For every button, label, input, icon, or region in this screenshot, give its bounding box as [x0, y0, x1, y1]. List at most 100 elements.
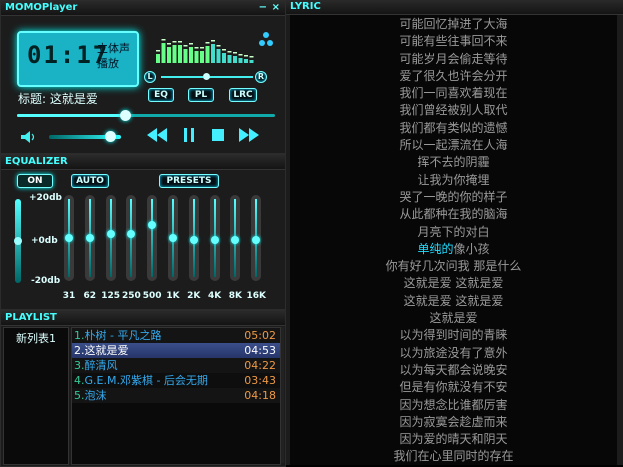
eq-band-knob[interactable]: [210, 235, 219, 244]
playlist-item-number: 1.: [74, 329, 85, 342]
eq-band-track[interactable]: [209, 195, 220, 281]
spectrum-peak: [227, 51, 232, 53]
lyric-line: 我们曾经被别人取代: [399, 103, 508, 118]
player-titlebar[interactable]: MOMOPlayer − ×: [1, 1, 285, 16]
time-display: 01:17 立体声 播放: [17, 31, 139, 87]
spectrum-peak: [205, 42, 210, 44]
lyric-line: 这就是爱 这就是爱: [403, 293, 504, 308]
lyric-remaining-part: 像小孩: [453, 241, 490, 256]
eq-band-knob[interactable]: [106, 229, 115, 238]
seek-bar[interactable]: [17, 110, 275, 121]
eq-band-knob[interactable]: [252, 235, 261, 244]
eq-band-track[interactable]: [147, 195, 158, 281]
eq-auto-button[interactable]: AUTO: [71, 174, 109, 188]
close-button[interactable]: ×: [272, 1, 280, 15]
playlist-panel: PLAYLIST 新列表1 1.朴树 - 平凡之路 05:02 2.这就是爱 04:5…: [0, 310, 286, 467]
previous-icon[interactable]: [147, 128, 167, 142]
spectrum-analyzer: [156, 39, 254, 63]
lyric-line: 我们在心里同时的存在: [393, 449, 514, 464]
lyric-line: 所以一起漂流在人海: [399, 138, 508, 153]
lyric-line: 因为想念比谁都厉害: [399, 397, 508, 412]
playlist-item[interactable]: 3.醉清风 04:22: [72, 358, 280, 373]
db-top-label: +20db: [29, 193, 62, 203]
next-icon[interactable]: [239, 128, 259, 142]
playlist-item-title: 朴树 - 平凡之路: [84, 329, 162, 342]
eq-band-knob[interactable]: [65, 234, 73, 242]
playlist-item-number: 3.: [74, 359, 85, 372]
lyric-line: 以为每天都会说晚安: [399, 362, 508, 377]
balance-knob[interactable]: [203, 73, 210, 80]
playlist-item-title: 醉清风: [84, 359, 118, 372]
eq-band-track[interactable]: [126, 195, 137, 281]
lyric-line: 哭了一晚的你的样子: [399, 189, 508, 204]
eq-band-track[interactable]: [251, 195, 262, 281]
lyric-toggle-button[interactable]: LRC: [229, 88, 257, 102]
stop-icon[interactable]: [212, 129, 224, 141]
eq-toggle-button[interactable]: EQ: [148, 88, 174, 102]
spectrum-bar: [244, 59, 248, 63]
lyric-line: 挥不去的阴霾: [417, 155, 490, 170]
eq-band-track[interactable]: [230, 195, 241, 281]
lyric-line: 可能有些往事回不来: [399, 34, 508, 49]
eq-band-track[interactable]: [64, 195, 74, 281]
eq-band-knob[interactable]: [231, 235, 240, 244]
playlist-item[interactable]: 1.朴树 - 平凡之路 05:02: [72, 328, 280, 343]
spectrum-peak: [156, 50, 160, 52]
eq-band-knob[interactable]: [127, 229, 136, 238]
eq-band-track[interactable]: [84, 195, 95, 281]
eq-band-track[interactable]: [188, 195, 199, 281]
spectrum-bar: [200, 51, 204, 63]
playlist-scrollbar[interactable]: [281, 327, 284, 463]
eq-band-knob[interactable]: [85, 234, 94, 242]
eq-band-track[interactable]: [168, 195, 178, 281]
preamp-knob[interactable]: [14, 237, 22, 245]
spectrum-peak: [211, 40, 215, 42]
playlist-item[interactable]: 5.泡沫 04:18: [72, 388, 280, 403]
lyric-current-part: 单纯的: [417, 241, 454, 256]
menu-dots-icon[interactable]: [257, 31, 275, 49]
lyric-line: 让我为你掩埋: [417, 172, 490, 187]
eq-presets-button[interactable]: PRESETS: [159, 174, 219, 188]
preamp-slider[interactable]: [14, 199, 22, 283]
lyric-area: 可能回忆掉进了大海 可能有些往事回不来 可能岁月会偷走等待 爱了很久也许会分开 我们一同…: [290, 15, 617, 465]
playlist-item-number: 4.: [74, 374, 85, 387]
lyric-line: 因为爱的晴天和阴天: [399, 432, 508, 447]
playlist-name-item[interactable]: 新列表1: [4, 328, 68, 346]
lyric-line: 但是有你就没有不安: [399, 380, 508, 395]
lyric-line: 因为寂寞会趁虚而来: [399, 414, 508, 429]
spectrum-bar: [172, 45, 177, 63]
equalizer-panel: EQUALIZER ON AUTO PRESETS +20db +0db -20…: [0, 154, 286, 310]
playlist-item[interactable]: 4.G.E.M.邓紫棋 - 后会无期 03:43: [72, 373, 280, 388]
volume-knob[interactable]: [105, 131, 117, 142]
lyric-titlebar[interactable]: LYRIC: [286, 0, 623, 15]
lyric-lines: 可能回忆掉进了大海 可能有些往事回不来 可能岁月会偷走等待 爱了很久也许会分开 我们一同…: [290, 16, 617, 465]
minimize-button[interactable]: −: [259, 1, 267, 15]
speaker-icon[interactable]: [19, 129, 37, 145]
volume-slider[interactable]: [49, 131, 121, 142]
eq-on-button[interactable]: ON: [17, 174, 53, 188]
spectrum-peak: [238, 54, 243, 56]
pause-icon[interactable]: [183, 128, 195, 142]
lyric-line: 这就是爱: [429, 311, 478, 326]
eq-bands: 31 62 125 250 500 1K 2K 4K 8K 16K: [61, 193, 281, 305]
play-status-label: 播放: [97, 57, 119, 70]
eq-band-knob[interactable]: [148, 221, 157, 230]
eq-band-knob[interactable]: [189, 235, 198, 244]
playlist-item[interactable]: 2.这就是爱 04:53: [72, 343, 280, 358]
spectrum-bar: [194, 51, 199, 63]
eq-band-knob[interactable]: [169, 234, 177, 242]
playlist-titlebar[interactable]: PLAYLIST: [1, 311, 285, 326]
lyric-panel: LYRIC 可能回忆掉进了大海 可能有些往事回不来 可能岁月会偷走等待 爱了很久也许会…: [286, 0, 623, 465]
eq-band-track[interactable]: [105, 195, 116, 281]
spectrum-peak: [183, 45, 188, 47]
spectrum-bar: [233, 56, 237, 63]
db-bottom-label: -20db: [31, 276, 61, 286]
playlist-item-duration: 04:22: [244, 359, 276, 372]
seek-knob[interactable]: [120, 110, 132, 121]
stereo-mode-label: 立体声: [97, 42, 130, 55]
spectrum-peak: [244, 55, 248, 57]
playlist-toggle-button[interactable]: PL: [188, 88, 214, 102]
balance-slider[interactable]: [161, 73, 253, 80]
equalizer-titlebar[interactable]: EQUALIZER: [1, 155, 285, 170]
spectrum-peak: [178, 41, 182, 43]
